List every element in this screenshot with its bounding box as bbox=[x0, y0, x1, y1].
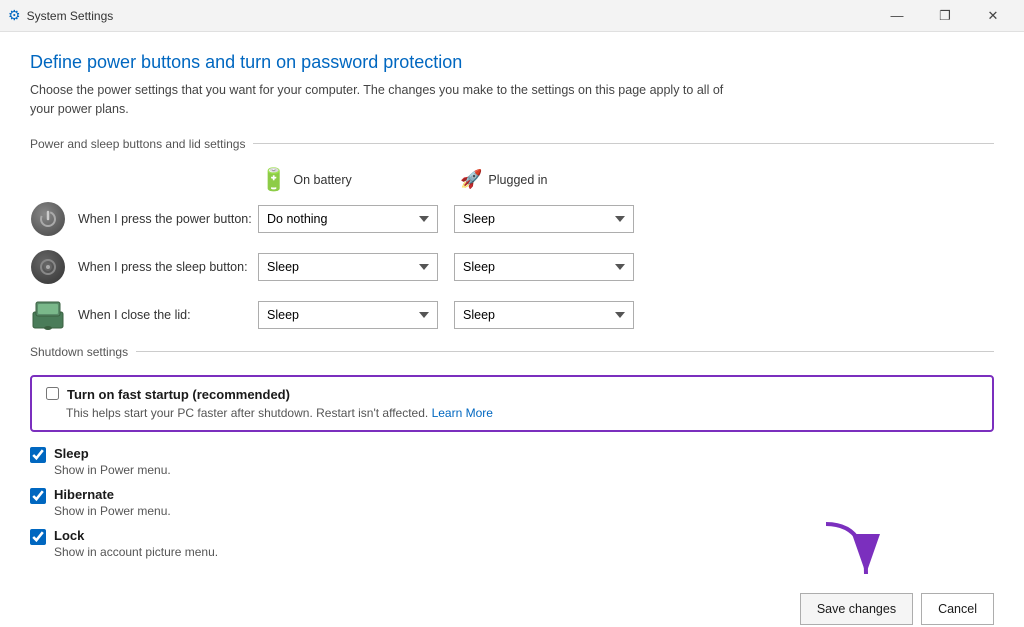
sleep-button-row: When I press the sleep button: Sleep Do … bbox=[30, 249, 994, 285]
save-changes-button[interactable]: Save changes bbox=[800, 593, 913, 625]
lock-checkbox-label[interactable]: Lock bbox=[54, 528, 84, 543]
sleep-checkbox-label[interactable]: Sleep bbox=[54, 446, 89, 461]
shutdown-section-header: Shutdown settings bbox=[30, 345, 994, 359]
cancel-button[interactable]: Cancel bbox=[921, 593, 994, 625]
sleep-button-label: When I press the sleep button: bbox=[78, 260, 258, 274]
minimize-button[interactable]: — bbox=[874, 4, 920, 28]
divider bbox=[253, 143, 994, 144]
pluggedin-column-header: 🚀 Plugged in bbox=[460, 167, 660, 193]
lid-icon-container bbox=[30, 297, 66, 333]
sleep-button-icon bbox=[31, 250, 65, 284]
power-button-icon bbox=[31, 202, 65, 236]
power-sleep-section-label: Power and sleep buttons and lid settings bbox=[30, 137, 245, 151]
arrow-container: Save changes Cancel bbox=[30, 569, 994, 625]
lid-label: When I close the lid: bbox=[78, 308, 258, 322]
footer-buttons: Save changes Cancel bbox=[800, 585, 994, 625]
power-button-label: When I press the power button: bbox=[78, 212, 258, 226]
sleep-button-icon-container bbox=[30, 249, 66, 285]
pluggedin-icon: 🚀 bbox=[460, 169, 482, 190]
maximize-button[interactable]: ❐ bbox=[922, 4, 968, 28]
hibernate-checkbox-text: Hibernate Show in Power menu. bbox=[54, 487, 171, 518]
sleep-checkbox-sublabel: Show in Power menu. bbox=[54, 463, 171, 477]
fast-startup-description: This helps start your PC faster after sh… bbox=[66, 406, 978, 420]
hibernate-checkbox-item: Hibernate Show in Power menu. bbox=[30, 487, 994, 518]
lock-checkbox-text: Lock Show in account picture menu. bbox=[54, 528, 218, 559]
power-button-icon-container bbox=[30, 201, 66, 237]
power-button-dropdowns: Do nothing Sleep Hibernate Shut down Tur… bbox=[258, 205, 634, 233]
lid-row: When I close the lid: Sleep Do nothing H… bbox=[30, 297, 994, 333]
app-logo: ⚙ bbox=[8, 7, 21, 24]
fast-startup-checkbox[interactable] bbox=[46, 387, 59, 400]
lid-battery-select[interactable]: Sleep Do nothing Hibernate Shut down bbox=[258, 301, 438, 329]
power-symbol bbox=[38, 209, 58, 229]
lid-pluggedin-select[interactable]: Sleep Do nothing Hibernate Shut down bbox=[454, 301, 634, 329]
column-headers: 🔋 On battery 🚀 Plugged in bbox=[260, 167, 994, 193]
arrow-indicator bbox=[806, 519, 886, 589]
battery-icon: 🔋 bbox=[260, 167, 287, 193]
sleep-checkbox[interactable] bbox=[30, 447, 46, 463]
lid-icon bbox=[30, 298, 66, 332]
fast-startup-row: Turn on fast startup (recommended) bbox=[46, 387, 978, 402]
page-title: Define power buttons and turn on passwor… bbox=[30, 52, 994, 73]
hibernate-checkbox-sublabel: Show in Power menu. bbox=[54, 504, 171, 518]
learn-more-link[interactable]: Learn More bbox=[432, 406, 493, 420]
sleep-button-battery-select[interactable]: Sleep Do nothing Hibernate Shut down bbox=[258, 253, 438, 281]
power-button-pluggedin-select[interactable]: Sleep Do nothing Hibernate Shut down Tur… bbox=[454, 205, 634, 233]
sleep-symbol bbox=[38, 257, 58, 277]
shutdown-section-label: Shutdown settings bbox=[30, 345, 128, 359]
sleep-checkbox-text: Sleep Show in Power menu. bbox=[54, 446, 171, 477]
battery-label: On battery bbox=[293, 173, 351, 187]
close-button[interactable]: ✕ bbox=[970, 4, 1016, 28]
sleep-checkbox-item: Sleep Show in Power menu. bbox=[30, 446, 994, 477]
lock-checkbox[interactable] bbox=[30, 529, 46, 545]
fast-startup-label[interactable]: Turn on fast startup (recommended) bbox=[67, 387, 290, 402]
sleep-button-dropdowns: Sleep Do nothing Hibernate Shut down Sle… bbox=[258, 253, 634, 281]
fast-startup-box: Turn on fast startup (recommended) This … bbox=[30, 375, 994, 432]
power-sleep-section-header: Power and sleep buttons and lid settings bbox=[30, 137, 994, 151]
app-title: System Settings bbox=[27, 9, 114, 23]
battery-column-header: 🔋 On battery bbox=[260, 167, 460, 193]
window-controls: — ❐ ✕ bbox=[874, 4, 1016, 28]
shutdown-divider bbox=[136, 351, 994, 352]
hibernate-checkbox-label[interactable]: Hibernate bbox=[54, 487, 114, 502]
title-bar-left: ⚙ System Settings bbox=[8, 7, 113, 24]
lid-dropdowns: Sleep Do nothing Hibernate Shut down Sle… bbox=[258, 301, 634, 329]
hibernate-checkbox[interactable] bbox=[30, 488, 46, 504]
power-button-battery-select[interactable]: Do nothing Sleep Hibernate Shut down Tur… bbox=[258, 205, 438, 233]
fast-startup-text-container: Turn on fast startup (recommended) bbox=[67, 387, 290, 402]
page-description: Choose the power settings that you want … bbox=[30, 81, 730, 119]
power-button-row: When I press the power button: Do nothin… bbox=[30, 201, 994, 237]
sleep-button-pluggedin-select[interactable]: Sleep Do nothing Hibernate Shut down bbox=[454, 253, 634, 281]
fast-startup-desc-text: This helps start your PC faster after sh… bbox=[66, 406, 428, 420]
lock-checkbox-sublabel: Show in account picture menu. bbox=[54, 545, 218, 559]
pluggedin-label: Plugged in bbox=[488, 173, 547, 187]
main-content: Define power buttons and turn on passwor… bbox=[0, 32, 1024, 627]
title-bar: ⚙ System Settings — ❐ ✕ bbox=[0, 0, 1024, 32]
